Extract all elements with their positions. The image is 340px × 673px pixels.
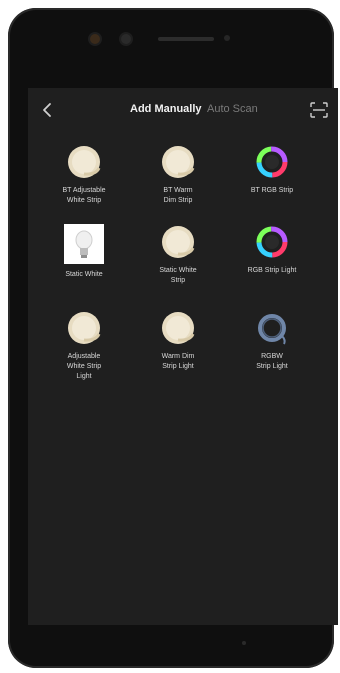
rgb-strip-ring-icon — [254, 144, 290, 180]
led-strip-reel-icon — [160, 224, 196, 260]
rgb-strip-ring-icon — [254, 224, 290, 260]
device-label: Static White — [65, 271, 103, 278]
device-rgbw-strip-light[interactable]: RGBW Strip Light — [226, 310, 318, 372]
device-static-white-strip[interactable]: Static White Strip — [132, 224, 224, 286]
device-label: Static White Strip — [159, 267, 197, 284]
led-strip-reel-icon — [66, 310, 102, 346]
device-label: RGB Strip Light — [247, 267, 297, 274]
chevron-left-icon[interactable] — [38, 100, 58, 120]
earpiece-speaker — [158, 37, 214, 41]
phone-frame: Add Manually Auto Scan BT Adjustable Whi… — [8, 8, 338, 668]
led-strip-reel-icon — [160, 310, 196, 346]
device-bt-warm-dim-strip[interactable]: BT Warm Dim Strip — [132, 144, 224, 206]
device-label: Warm Dim Strip Light — [161, 353, 195, 370]
device-label: Adjustable White Strip Light — [66, 353, 102, 380]
light-bulb-icon — [64, 224, 104, 264]
light-sensor — [224, 35, 230, 41]
front-camera — [90, 34, 100, 44]
device-static-white[interactable]: Static White — [38, 224, 130, 280]
device-label: BT Warm Dim Strip — [163, 187, 193, 204]
top-bezel — [8, 8, 334, 88]
bottom-bezel — [8, 625, 334, 668]
bottom-sensor — [242, 641, 246, 645]
rgbw-strip-ring-icon — [254, 310, 290, 346]
device-label: RGBW Strip Light — [256, 353, 288, 370]
tab-add-manually[interactable]: Add Manually — [130, 103, 202, 115]
tab-auto-scan[interactable]: Auto Scan — [207, 103, 258, 115]
proximity-sensor — [121, 34, 131, 44]
device-bt-rgb-strip[interactable]: BT RGB Strip — [226, 144, 318, 196]
device-adjustable-white-strip-light[interactable]: Adjustable White Strip Light — [38, 310, 130, 382]
device-label: BT RGB Strip — [250, 187, 294, 194]
device-label: BT Adjustable White Strip — [62, 187, 106, 204]
device-warm-dim-strip-light[interactable]: Warm Dim Strip Light — [132, 310, 224, 372]
led-strip-reel-icon — [160, 144, 196, 180]
device-rgb-strip-light[interactable]: RGB Strip Light — [226, 224, 318, 276]
app-screen: Add Manually Auto Scan BT Adjustable Whi… — [28, 88, 338, 625]
scan-frame-icon[interactable] — [310, 102, 328, 118]
device-bt-adjustable-white-strip[interactable]: BT Adjustable White Strip — [38, 144, 130, 206]
led-strip-reel-icon — [66, 144, 102, 180]
header-bar: Add Manually Auto Scan — [28, 88, 338, 132]
